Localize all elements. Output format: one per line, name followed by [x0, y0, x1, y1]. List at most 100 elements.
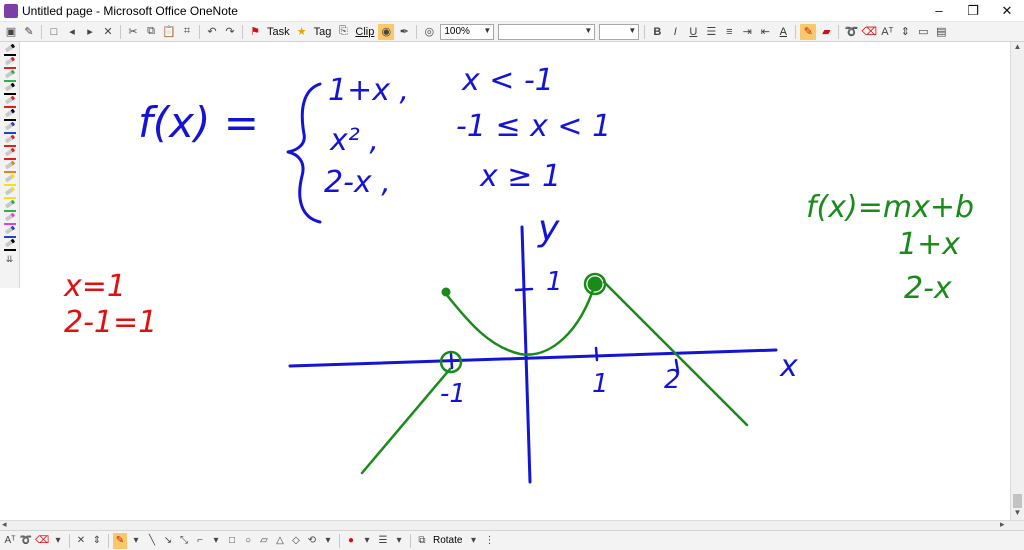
- page-canvas[interactable]: f(x) = 1+x , x < -1 x² , -1 ≤ x < 1 2-x …: [20, 42, 1010, 520]
- underline-button[interactable]: U: [685, 24, 701, 40]
- page-icon[interactable]: ▣: [3, 24, 19, 40]
- font-size-select[interactable]: ▼: [599, 23, 640, 40]
- format-painter-icon[interactable]: ⌗: [179, 24, 195, 40]
- pen-color-icon[interactable]: ✎: [800, 23, 817, 40]
- pen-swatch-1[interactable]: [3, 43, 17, 56]
- pen-swatch-6[interactable]: [3, 108, 17, 121]
- pen-dropdown-icon[interactable]: ▾: [129, 533, 143, 549]
- lasso-select-icon[interactable]: ➰: [19, 533, 33, 549]
- connector-tool-icon[interactable]: ⟲: [305, 533, 319, 549]
- insert-space-icon[interactable]: ⇕: [90, 533, 104, 549]
- undo-icon[interactable]: ↶: [204, 24, 220, 40]
- fx-label: f(x) =: [138, 98, 259, 147]
- pen-palette: ⇊: [0, 42, 20, 288]
- pen-swatch-5[interactable]: [3, 95, 17, 108]
- rectangle-tool-icon[interactable]: □: [225, 533, 239, 549]
- full-page-icon[interactable]: ▭: [915, 24, 931, 40]
- diamond-tool-icon[interactable]: ◇: [289, 533, 303, 549]
- color-tool-icon[interactable]: ●: [344, 533, 358, 549]
- new-page-icon[interactable]: □: [46, 24, 62, 40]
- text-icon[interactable]: Aᵀ: [879, 24, 895, 40]
- pen-swatch-13[interactable]: [3, 199, 17, 212]
- eraser-icon[interactable]: ⌫: [861, 24, 878, 40]
- ellipse-tool-icon[interactable]: ○: [241, 533, 255, 549]
- clip-button[interactable]: Clip: [355, 26, 374, 38]
- color-dropdown-icon[interactable]: ▾: [360, 533, 374, 549]
- pen-mode-icon[interactable]: ✒: [396, 24, 412, 40]
- eraser-dropdown-icon[interactable]: ▾: [51, 533, 65, 549]
- parallelogram-tool-icon[interactable]: ▱: [257, 533, 271, 549]
- minimize-button[interactable]: –: [922, 0, 956, 22]
- pen-swatch-9[interactable]: [3, 147, 17, 160]
- shape-dropdown-icon[interactable]: ▾: [321, 533, 335, 549]
- ink-layer: f(x) = 1+x , x < -1 x² , -1 ≤ x < 1 2-x …: [63, 63, 974, 484]
- axis-dropdown-icon[interactable]: ▾: [209, 533, 223, 549]
- cut-icon[interactable]: ✂: [125, 24, 141, 40]
- pen-swatch-8[interactable]: [3, 134, 17, 147]
- triangle-tool-icon[interactable]: △: [273, 533, 287, 549]
- more-icon[interactable]: ▤: [933, 24, 949, 40]
- delete-icon[interactable]: ✕: [100, 24, 116, 40]
- paste-icon[interactable]: 📋: [161, 24, 177, 40]
- axis-tool-icon[interactable]: ⌐: [193, 533, 207, 549]
- audio-icon[interactable]: ◉: [378, 23, 395, 40]
- double-arrow-tool-icon[interactable]: ⤡: [177, 533, 191, 549]
- highlighter-icon[interactable]: ▰: [818, 24, 834, 40]
- scroll-down-icon[interactable]: ▼: [1011, 508, 1024, 520]
- lasso-icon[interactable]: ➰: [843, 24, 859, 40]
- italic-button[interactable]: I: [667, 24, 683, 40]
- rotate-dropdown-icon[interactable]: ▾: [466, 533, 480, 549]
- numbering-icon[interactable]: ≡: [721, 24, 737, 40]
- pen-swatch-2[interactable]: [3, 56, 17, 69]
- piece1-expr: 1+x ,: [328, 73, 409, 108]
- pen-swatch-15[interactable]: [3, 225, 17, 238]
- rotate-button[interactable]: Rotate: [433, 535, 462, 546]
- pen-swatch-10[interactable]: [3, 160, 17, 173]
- redo-icon[interactable]: ↷: [222, 24, 238, 40]
- bold-button[interactable]: B: [649, 24, 665, 40]
- scroll-thumb[interactable]: [1013, 494, 1022, 508]
- close-button[interactable]: ✕: [990, 0, 1024, 22]
- zoom-select[interactable]: 100% ▼: [440, 23, 495, 40]
- pen-swatch-7[interactable]: [3, 121, 17, 134]
- copy-icon[interactable]: ⧉: [143, 24, 159, 40]
- task-button[interactable]: Task: [267, 26, 290, 38]
- scroll-right-icon[interactable]: ▸: [1000, 519, 1005, 530]
- eraser-tool-icon[interactable]: ⌫: [35, 533, 49, 549]
- pen-swatch-4[interactable]: [3, 82, 17, 95]
- pen-tool-icon[interactable]: ✎: [113, 532, 127, 549]
- more-tools-icon[interactable]: ⋮: [482, 533, 496, 549]
- pen-palette-more-icon[interactable]: ⇊: [6, 254, 14, 265]
- scroll-up-icon[interactable]: ▲: [1011, 42, 1024, 54]
- font-name-select[interactable]: ▼: [498, 23, 596, 40]
- text-mode-icon[interactable]: Aᵀ: [3, 533, 17, 549]
- pen-swatch-16[interactable]: [3, 238, 17, 251]
- scroll-left-icon[interactable]: ◂: [2, 519, 7, 530]
- back-icon[interactable]: ◂: [64, 24, 80, 40]
- indent-icon[interactable]: ⇥: [739, 24, 755, 40]
- x-tick-2-label: 2: [664, 365, 681, 395]
- bullets-icon[interactable]: ☰: [703, 24, 719, 40]
- outdent-icon[interactable]: ⇤: [757, 24, 773, 40]
- font-color-icon[interactable]: A: [775, 24, 791, 40]
- pen-swatch-11[interactable]: [3, 173, 17, 186]
- pin-icon[interactable]: ✎: [21, 24, 37, 40]
- vertical-scrollbar[interactable]: ▲ ▼: [1010, 42, 1024, 520]
- pen-swatch-12[interactable]: [3, 186, 17, 199]
- tag-button[interactable]: Tag: [314, 26, 332, 38]
- arrange-icon[interactable]: ⧉: [415, 533, 429, 549]
- x-tick-neg1-label: -1: [440, 379, 466, 409]
- x-tick-1-label: 1: [592, 369, 609, 399]
- horizontal-scrollbar[interactable]: ◂ ▸: [0, 519, 1024, 530]
- pen-swatch-14[interactable]: [3, 212, 17, 225]
- forward-icon[interactable]: ▸: [82, 24, 98, 40]
- delete-selection-icon[interactable]: ✕: [74, 533, 88, 549]
- x-tick-1: [594, 346, 599, 362]
- restore-button[interactable]: ❐: [956, 0, 990, 22]
- pen-swatch-3[interactable]: [3, 69, 17, 82]
- line-weight-icon[interactable]: ☰: [376, 533, 390, 549]
- arrow-tool-icon[interactable]: ↘: [161, 533, 175, 549]
- space-icon[interactable]: ⇕: [897, 24, 913, 40]
- line-weight-dropdown-icon[interactable]: ▾: [392, 533, 406, 549]
- line-tool-icon[interactable]: ╲: [145, 533, 159, 549]
